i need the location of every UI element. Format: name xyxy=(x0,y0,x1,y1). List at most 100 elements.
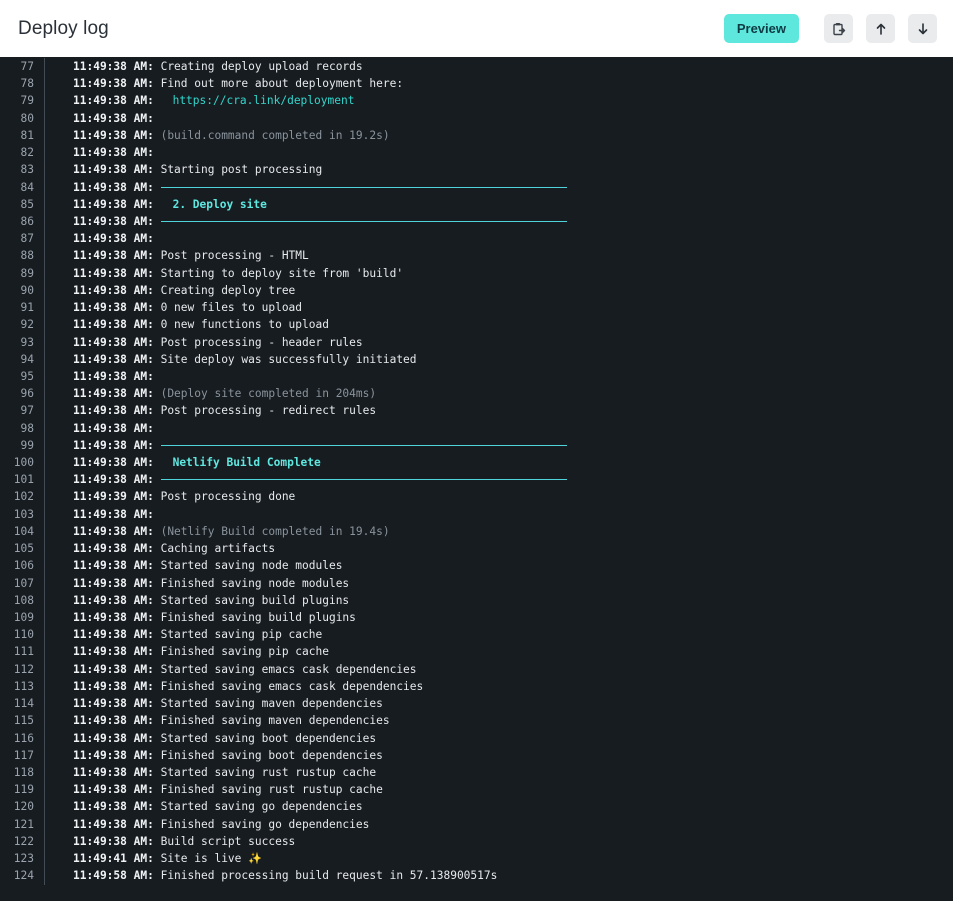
log-line: 89 11:49:38 AM: Starting to deploy site f… xyxy=(0,264,953,282)
log-timestamp: 11:49:38 AM: xyxy=(73,834,154,848)
log-line-number: 95 xyxy=(20,369,34,383)
log-timestamp: 11:49:38 AM: xyxy=(73,301,154,315)
log-message: 0 new files to upload xyxy=(160,301,303,315)
log-line-content: 11:49:38 AM: xyxy=(45,471,567,488)
log-summary: (build.command completed in 19.2s) xyxy=(160,128,390,142)
log-line: 104 11:49:38 AM: (Netlify Build completed… xyxy=(0,522,953,541)
log-line-content: 11:49:39 AM: Post processing done xyxy=(45,488,295,505)
log-message: Starting post processing xyxy=(160,163,323,177)
log-link[interactable]: https://cra.link/deployment xyxy=(161,92,355,109)
log-timestamp: 11:49:38 AM: xyxy=(73,283,154,297)
log-line-number: 122 xyxy=(13,834,34,848)
log-line-content: 11:49:38 AM: Find out more about deploym… xyxy=(45,75,403,92)
log-message: Post processing done xyxy=(160,490,296,504)
log-line: 115 11:49:38 AM: Finished saving maven de… xyxy=(0,712,953,730)
log-line-number: 88 xyxy=(20,249,34,263)
log-timestamp: 11:49:38 AM: xyxy=(73,679,154,693)
log-line-number: 80 xyxy=(20,111,34,125)
log-line-number: 118 xyxy=(13,765,34,779)
log-message: Started saving pip cache xyxy=(160,628,323,642)
log-line: 77 11:49:38 AM: Creating deploy upload re… xyxy=(0,58,953,76)
log-line-number: 111 xyxy=(13,645,34,659)
log-line: 98 11:49:38 AM: xyxy=(0,419,953,437)
copy-log-button[interactable] xyxy=(824,14,853,43)
log-timestamp: 11:49:38 AM: xyxy=(73,731,154,745)
log-timestamp: 11:49:38 AM: xyxy=(73,180,154,194)
log-timestamp: 11:49:38 AM: xyxy=(73,697,154,711)
log-line: 88 11:49:38 AM: Post processing - HTML xyxy=(0,247,953,265)
log-line-content: 11:49:38 AM: Finished saving build plugi… xyxy=(45,609,356,626)
log-line: 121 11:49:38 AM: Finished saving go depen… xyxy=(0,815,953,833)
log-line-content: 11:49:38 AM: Finished saving boot depend… xyxy=(45,747,383,764)
log-line-number: 98 xyxy=(20,421,34,435)
log-message: Started saving maven dependencies xyxy=(160,697,383,711)
log-message: Finished saving pip cache xyxy=(160,645,329,659)
log-line: 117 11:49:38 AM: Finished saving boot dep… xyxy=(0,746,953,764)
arrow-down-icon xyxy=(916,22,930,36)
header-actions: Preview xyxy=(723,14,937,43)
log-line-number: 104 xyxy=(13,524,34,538)
log-line-content: 11:49:38 AM: xyxy=(45,110,161,127)
log-timestamp: 11:49:38 AM: xyxy=(73,593,154,607)
log-line-number: 119 xyxy=(13,783,34,797)
log-line-number: 86 xyxy=(20,214,34,228)
log-timestamp: 11:49:38 AM: xyxy=(73,576,154,590)
log-line: 119 11:49:38 AM: Finished saving rust rus… xyxy=(0,781,953,799)
log-timestamp: 11:49:38 AM: xyxy=(73,748,154,762)
log-timestamp: 11:49:38 AM: xyxy=(73,404,154,418)
log-line: 99 11:49:38 AM: xyxy=(0,436,953,455)
log-message: Started saving rust rustup cache xyxy=(160,765,377,779)
section-rule xyxy=(154,471,567,488)
log-message: Finished saving maven dependencies xyxy=(160,714,390,728)
log-line: 94 11:49:38 AM: Site deploy was successfu… xyxy=(0,350,953,368)
log-line-content: 11:49:38 AM: Started saving boot depende… xyxy=(45,730,376,747)
log-line: 118 11:49:38 AM: Started saving rust rust… xyxy=(0,763,953,782)
log-summary: (Deploy site completed in 204ms) xyxy=(160,387,377,401)
log-line-number: 99 xyxy=(20,438,34,452)
log-line: 103 11:49:38 AM: xyxy=(0,505,953,523)
section-divider-line xyxy=(160,221,567,223)
deploy-log-output[interactable]: 77 11:49:38 AM: Creating deploy upload re… xyxy=(0,57,953,901)
log-line: 110 11:49:38 AM: Started saving pip cache xyxy=(0,626,953,644)
log-line-number: 110 xyxy=(13,628,34,642)
log-line-content: 11:49:38 AM: Finished saving maven depen… xyxy=(45,712,390,729)
log-line: 82 11:49:38 AM: xyxy=(0,144,953,162)
log-line-number: 77 xyxy=(20,60,34,73)
log-timestamp: 11:49:38 AM: xyxy=(73,559,154,573)
log-line-content: 11:49:38 AM: Netlify Build Complete xyxy=(45,454,321,471)
log-line-number: 102 xyxy=(13,490,34,504)
log-line-content: 11:49:38 AM: xyxy=(45,437,567,454)
scroll-to-top-button[interactable] xyxy=(866,14,895,43)
log-line-content: 11:49:38 AM: Started saving go dependenc… xyxy=(45,798,363,815)
preview-button[interactable]: Preview xyxy=(723,14,799,43)
log-line-content: 11:49:38 AM: Started saving pip cache xyxy=(45,626,322,643)
log-message: Site deploy was successfully initiated xyxy=(160,352,417,366)
log-message: Starting to deploy site from 'build' xyxy=(160,266,404,280)
log-line-content: 11:49:38 AM: (Netlify Build completed in… xyxy=(45,523,390,540)
log-line-content: 11:49:38 AM: Finished saving pip cache xyxy=(45,643,329,660)
log-line-content: 11:49:38 AM: xyxy=(45,144,161,161)
arrow-up-icon xyxy=(874,22,888,36)
log-line-number: 93 xyxy=(20,335,34,349)
log-line: 79 11:49:38 AM: https://cra.link/deployme… xyxy=(0,92,953,110)
log-line-content: 11:49:38 AM: xyxy=(45,368,161,385)
log-timestamp: 11:49:38 AM: xyxy=(73,714,154,728)
log-line-content: 11:49:38 AM: Started saving maven depend… xyxy=(45,695,383,712)
log-line: 87 11:49:38 AM: xyxy=(0,230,953,248)
copy-clipboard-icon xyxy=(832,22,846,36)
log-line-number: 91 xyxy=(20,301,34,315)
log-message: Build script success xyxy=(160,834,296,848)
log-line: 120 11:49:38 AM: Started saving go depend… xyxy=(0,798,953,816)
log-timestamp: 11:49:38 AM: xyxy=(73,438,154,452)
section-divider-line xyxy=(160,186,567,188)
log-line: 80 11:49:38 AM: xyxy=(0,109,953,127)
scroll-to-bottom-button[interactable] xyxy=(908,14,937,43)
log-line: 113 11:49:38 AM: Finished saving emacs ca… xyxy=(0,677,953,696)
log-line-content: 11:49:38 AM: Finished saving emacs cask … xyxy=(45,678,423,695)
log-line: 96 11:49:38 AM: (Deploy site completed in… xyxy=(0,385,953,403)
log-line: 100 11:49:38 AM: Netlify Build Complete xyxy=(0,454,953,472)
log-line-content: 11:49:38 AM: xyxy=(45,179,567,196)
log-line: 105 11:49:38 AM: Caching artifacts xyxy=(0,540,953,558)
log-timestamp: 11:49:38 AM: xyxy=(73,111,154,125)
log-line-content: 11:49:38 AM: xyxy=(45,230,161,247)
